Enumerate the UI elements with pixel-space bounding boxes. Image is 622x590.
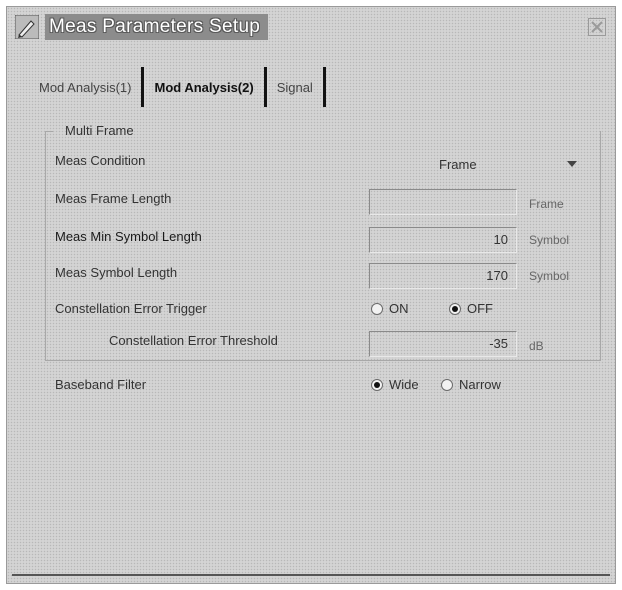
title-bar: Meas Parameters Setup xyxy=(7,7,615,47)
meas-min-symbol-length-label: Meas Min Symbol Length xyxy=(55,229,202,244)
tab-mod-analysis-2[interactable]: Mod Analysis(2) xyxy=(144,65,263,109)
constellation-error-threshold-unit: dB xyxy=(529,339,544,353)
constellation-error-threshold-label: Constellation Error Threshold xyxy=(109,333,278,348)
baseband-filter-label: Baseband Filter xyxy=(55,377,147,392)
baseband-filter-wide-radio[interactable] xyxy=(371,379,383,391)
close-icon[interactable] xyxy=(585,15,609,39)
mod-analysis-2-panel: Multi Frame Meas Condition Frame Meas Fr… xyxy=(37,111,609,585)
meas-condition-label: Meas Condition xyxy=(55,153,146,168)
meas-symbol-length-field[interactable]: 170 xyxy=(369,263,517,289)
tab-bar: Mod Analysis(1) Mod Analysis(2) Signal xyxy=(29,65,326,109)
chevron-down-icon[interactable] xyxy=(565,157,579,171)
constellation-error-threshold-field[interactable]: -35 xyxy=(369,331,517,357)
meas-condition-select[interactable]: Frame xyxy=(439,157,477,172)
meas-frame-length-field[interactable] xyxy=(369,189,517,215)
meas-min-symbol-length-unit: Symbol xyxy=(529,233,570,247)
pencil-icon xyxy=(13,13,41,41)
baseband-filter-narrow-label: Narrow xyxy=(459,377,501,392)
multi-frame-group-title: Multi Frame xyxy=(65,123,134,138)
window-bottom-border xyxy=(12,574,610,576)
meas-symbol-length-unit: Symbol xyxy=(529,269,570,283)
meas-symbol-length-label: Meas Symbol Length xyxy=(55,265,178,280)
tab-mod-analysis-1[interactable]: Mod Analysis(1) xyxy=(29,65,141,109)
baseband-filter-wide-label: Wide xyxy=(389,377,419,392)
group-border xyxy=(45,131,53,132)
constellation-trigger-on-label: ON xyxy=(389,301,409,316)
constellation-trigger-off-radio[interactable] xyxy=(449,303,461,315)
meas-parameters-setup-window: Meas Parameters Setup Mod Analysis(1) Mo… xyxy=(6,6,616,584)
constellation-trigger-off-label: OFF xyxy=(467,301,493,316)
constellation-trigger-on-radio[interactable] xyxy=(371,303,383,315)
constellation-error-trigger-label: Constellation Error Trigger xyxy=(55,301,207,316)
baseband-filter-narrow-radio[interactable] xyxy=(441,379,453,391)
window-title: Meas Parameters Setup xyxy=(45,14,269,40)
tab-signal[interactable]: Signal xyxy=(267,65,323,109)
meas-frame-length-label: Meas Frame Length xyxy=(55,191,172,206)
meas-frame-length-unit: Frame xyxy=(529,197,564,211)
meas-min-symbol-length-field[interactable]: 10 xyxy=(369,227,517,253)
tab-divider xyxy=(322,67,326,107)
